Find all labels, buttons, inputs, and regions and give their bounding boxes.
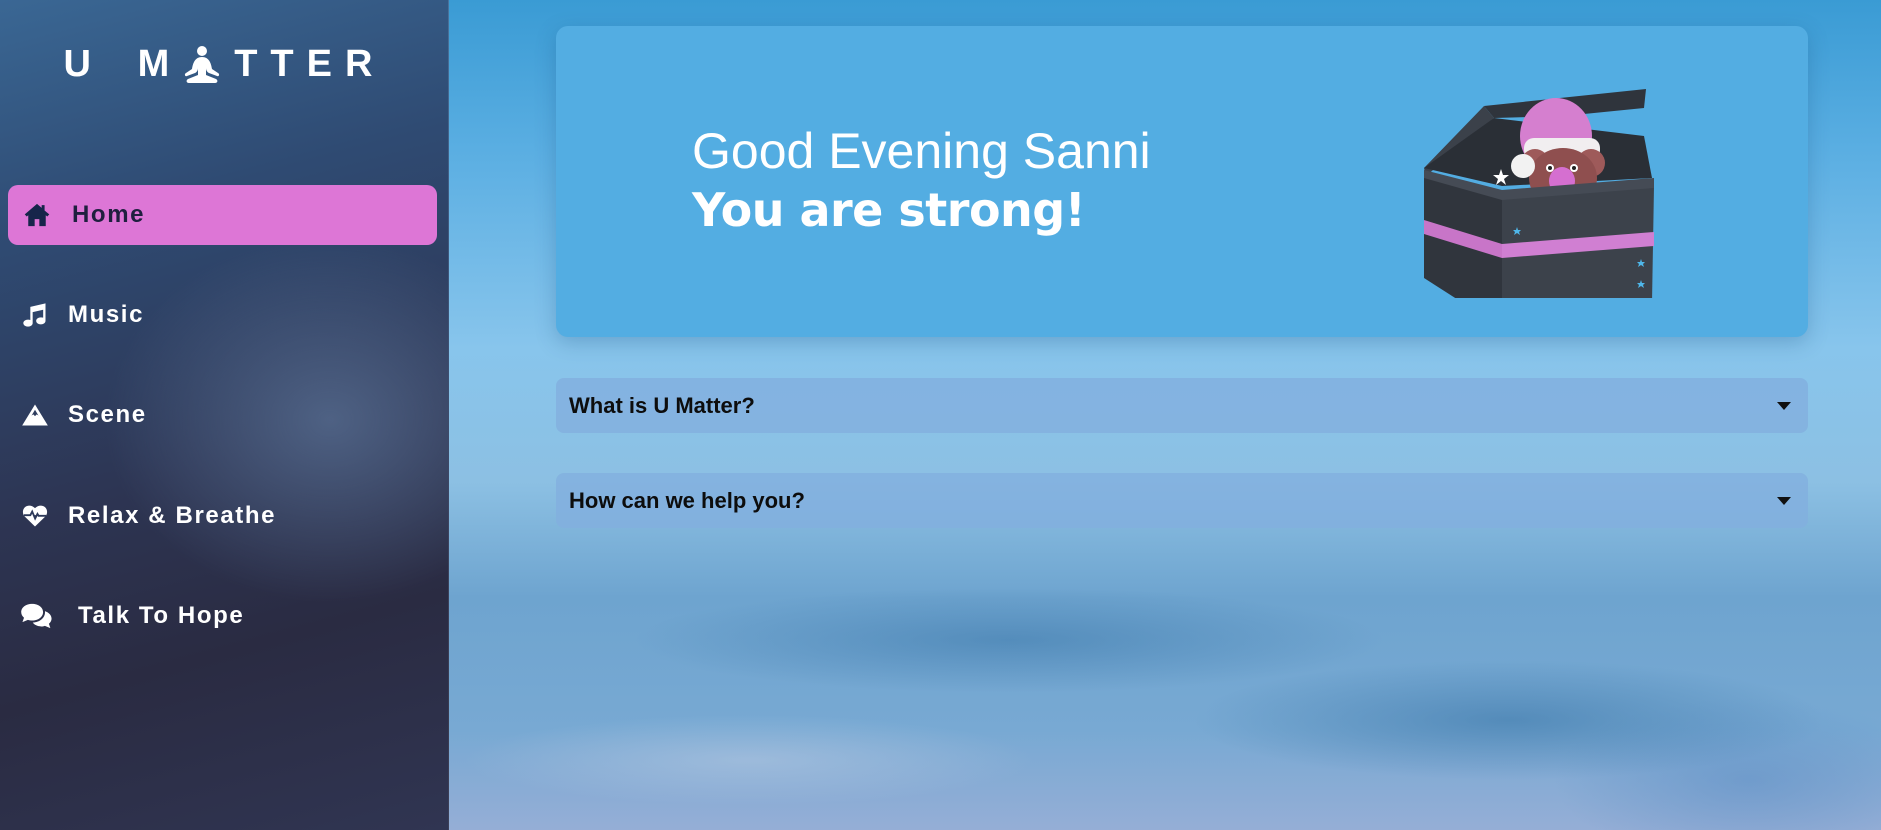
sidebar-item-talk-to-hope[interactable]: Talk To Hope [8,586,437,646]
chat-bubbles-icon [20,601,54,631]
sidebar-item-label: Home [72,201,146,228]
music-note-icon [20,300,50,330]
sidebar: U M TTER Home Music Scene Relax & Breath… [0,0,449,830]
logo-text-right: TTER [234,43,386,86]
sidebar-item-label: Music [68,301,145,328]
greeting-text: Good Evening Sanni [692,123,1151,179]
meditation-person-icon [185,45,220,83]
mountain-icon [20,400,50,430]
bear-in-gift-box-illustration [1424,89,1654,298]
sidebar-item-music[interactable]: Music [8,285,437,345]
sidebar-item-home[interactable]: Home [8,185,437,245]
sidebar-item-label: Relax & Breathe [68,502,277,529]
welcome-card: Good Evening Sanni You are strong! [556,26,1808,337]
faq-what-is-u-matter[interactable]: What is U Matter? [556,378,1808,433]
faq-question: How can we help you? [569,487,805,513]
sidebar-item-relax-breathe[interactable]: Relax & Breathe [8,486,437,546]
caret-down-icon[interactable] [1772,394,1796,418]
sidebar-item-label: Scene [68,401,147,428]
tagline-text: You are strong! [692,183,1086,237]
main-content: Good Evening Sanni You are strong! What … [449,0,1881,830]
sidebar-item-scene[interactable]: Scene [8,385,437,445]
faq-question: What is U Matter? [569,392,755,418]
app-logo[interactable]: U M TTER [0,42,449,86]
heartbeat-icon [20,501,50,531]
sidebar-item-label: Talk To Hope [78,602,245,629]
logo-text-left: U [63,43,104,86]
caret-down-icon[interactable] [1772,489,1796,513]
home-icon [22,200,52,230]
faq-how-can-we-help[interactable]: How can we help you? [556,473,1808,528]
